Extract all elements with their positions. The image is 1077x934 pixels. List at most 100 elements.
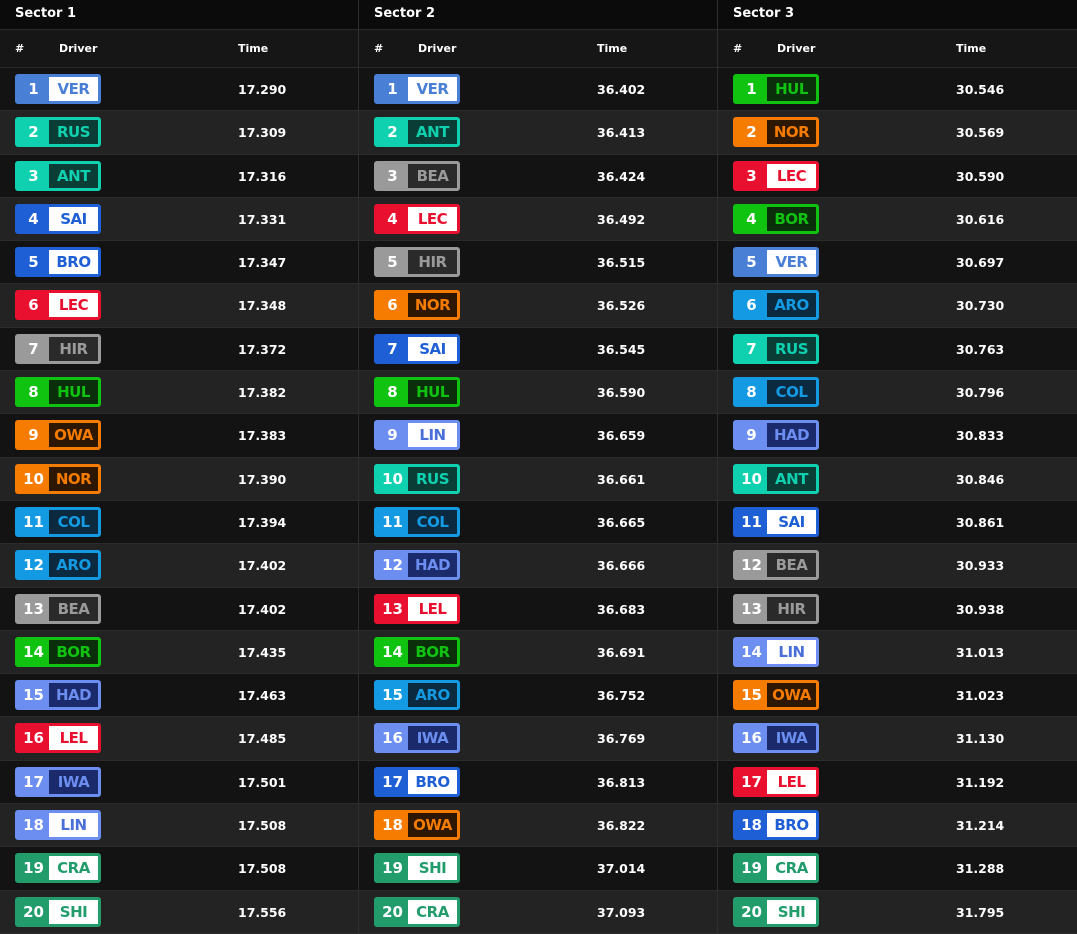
position-number: 17 (736, 769, 767, 794)
sector-time: 30.546 (956, 82, 1005, 97)
table-row[interactable]: 13 BEA 17.402 (0, 587, 358, 631)
table-row[interactable]: 1 VER 17.290 (0, 68, 358, 112)
driver-code: SHI (408, 856, 457, 881)
table-row[interactable]: 18 BRO 31.214 (718, 804, 1077, 848)
table-row[interactable]: 5 VER 30.697 (718, 241, 1077, 285)
table-row[interactable]: 16 IWA 31.130 (718, 717, 1077, 761)
table-row[interactable]: 16 IWA 36.769 (359, 717, 717, 761)
sector-time: 17.331 (238, 211, 287, 227)
driver-code: HAD (767, 423, 816, 448)
driver-badge: 5 VER (733, 247, 819, 278)
table-row[interactable]: 9 LIN 36.659 (359, 414, 717, 458)
table-row[interactable]: 3 LEC 30.590 (718, 154, 1077, 198)
table-row[interactable]: 13 LEL 36.683 (359, 587, 717, 631)
table-row[interactable]: 6 LEC 17.348 (0, 284, 358, 328)
table-row[interactable]: 18 OWA 36.822 (359, 804, 717, 848)
position-number: 16 (377, 726, 408, 751)
table-row[interactable]: 11 COL 36.665 (359, 500, 717, 545)
table-row[interactable]: 15 OWA 31.023 (718, 674, 1077, 718)
table-row[interactable]: 11 COL 17.394 (0, 500, 358, 545)
table-row[interactable]: 15 ARO 36.752 (359, 674, 717, 718)
position-number: 9 (736, 423, 767, 448)
position-number: 20 (377, 899, 408, 924)
sector-rows: 1 HUL 30.546 2 NOR 30.569 3 LEC 30.590 4 BOR 30.616… (718, 68, 1077, 934)
driver-code: HIR (49, 336, 98, 361)
table-row[interactable]: 8 COL 30.796 (718, 371, 1077, 415)
driver-badge: 14 LIN (733, 636, 819, 667)
driver-badge: 11 COL (15, 506, 101, 537)
driver-badge: 15 ARO (374, 680, 460, 711)
table-row[interactable]: 1 HUL 30.546 (718, 68, 1077, 112)
table-row[interactable]: 5 HIR 36.515 (359, 241, 717, 285)
table-row[interactable]: 7 HIR 17.372 (0, 327, 358, 372)
position-number: 15 (18, 683, 49, 708)
table-row[interactable]: 16 LEL 17.485 (0, 717, 358, 761)
table-row[interactable]: 10 RUS 36.661 (359, 457, 717, 501)
sector-time: 30.569 (956, 125, 1005, 141)
position-number: 13 (377, 596, 408, 621)
table-row[interactable]: 9 OWA 17.383 (0, 414, 358, 458)
driver-code: HIR (408, 250, 457, 275)
table-row[interactable]: 12 BEA 30.933 (718, 544, 1077, 588)
table-row[interactable]: 17 IWA 17.501 (0, 760, 358, 805)
table-row[interactable]: 19 SHI 37.014 (359, 847, 717, 891)
driver-code: ANT (767, 466, 816, 491)
table-row[interactable]: 13 HIR 30.938 (718, 587, 1077, 631)
table-row[interactable]: 9 HAD 30.833 (718, 414, 1077, 458)
table-row[interactable]: 14 BOR 17.435 (0, 630, 358, 675)
table-row[interactable]: 19 CRA 31.288 (718, 847, 1077, 891)
sector-time: 17.485 (238, 731, 287, 747)
table-row[interactable]: 19 CRA 17.508 (0, 847, 358, 891)
table-row[interactable]: 2 RUS 17.309 (0, 111, 358, 155)
sector-time: 37.093 (597, 904, 646, 920)
table-row[interactable]: 11 SAI 30.861 (718, 500, 1077, 545)
sector-time: 31.130 (956, 731, 1005, 747)
table-row[interactable]: 1 VER 36.402 (359, 68, 717, 112)
table-row[interactable]: 5 BRO 17.347 (0, 241, 358, 285)
table-row[interactable]: 4 SAI 17.331 (0, 197, 358, 242)
table-row[interactable]: 10 NOR 17.390 (0, 457, 358, 501)
table-row[interactable]: 3 ANT 17.316 (0, 154, 358, 198)
table-row[interactable]: 8 HUL 36.590 (359, 371, 717, 415)
driver-badge: 2 ANT (374, 117, 460, 148)
table-row[interactable]: 12 ARO 17.402 (0, 544, 358, 588)
sector-time: 36.665 (597, 514, 646, 530)
table-row[interactable]: 7 SAI 36.545 (359, 327, 717, 372)
driver-code: HAD (408, 553, 457, 578)
table-row[interactable]: 4 LEC 36.492 (359, 197, 717, 242)
driver-badge: 9 HAD (733, 420, 819, 451)
table-row[interactable]: 17 LEL 31.192 (718, 760, 1077, 805)
driver-code: COL (49, 509, 98, 534)
position-number: 11 (736, 509, 767, 534)
driver-code: VER (49, 77, 98, 101)
table-row[interactable]: 6 ARO 30.730 (718, 284, 1077, 328)
table-row[interactable]: 8 HUL 17.382 (0, 371, 358, 415)
position-number: 12 (736, 553, 767, 578)
driver-badge: 12 HAD (374, 550, 460, 581)
header-driver: Driver (777, 42, 816, 55)
table-row[interactable]: 2 NOR 30.569 (718, 111, 1077, 155)
table-row[interactable]: 20 CRA 37.093 (359, 890, 717, 934)
driver-badge: 4 BOR (733, 203, 819, 234)
sector-rows: 1 VER 17.290 2 RUS 17.309 3 ANT 17.316 4 SAI 17.331… (0, 68, 358, 934)
driver-badge: 18 BRO (733, 810, 819, 841)
table-row[interactable]: 12 HAD 36.666 (359, 544, 717, 588)
table-row[interactable]: 10 ANT 30.846 (718, 457, 1077, 501)
table-row[interactable]: 18 LIN 17.508 (0, 804, 358, 848)
table-row[interactable]: 6 NOR 36.526 (359, 284, 717, 328)
table-row[interactable]: 2 ANT 36.413 (359, 111, 717, 155)
table-row[interactable]: 17 BRO 36.813 (359, 760, 717, 805)
table-row[interactable]: 15 HAD 17.463 (0, 674, 358, 718)
driver-badge: 8 HUL (374, 377, 460, 408)
driver-code: BEA (49, 596, 98, 621)
driver-code: ARO (49, 553, 98, 578)
table-row[interactable]: 14 BOR 36.691 (359, 630, 717, 675)
table-row[interactable]: 3 BEA 36.424 (359, 154, 717, 198)
table-row[interactable]: 7 RUS 30.763 (718, 327, 1077, 372)
table-row[interactable]: 4 BOR 30.616 (718, 197, 1077, 242)
driver-code: SHI (767, 899, 816, 924)
table-row[interactable]: 20 SHI 17.556 (0, 890, 358, 934)
table-row[interactable]: 20 SHI 31.795 (718, 890, 1077, 934)
table-row[interactable]: 14 LIN 31.013 (718, 630, 1077, 675)
sector-time: 36.659 (597, 428, 646, 444)
